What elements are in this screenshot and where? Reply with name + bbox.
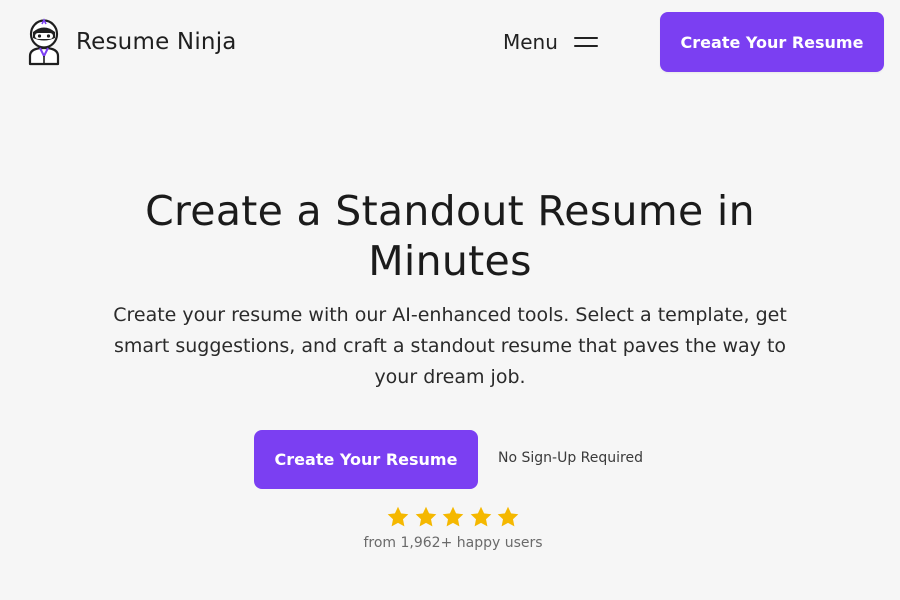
star-rating [386, 505, 520, 529]
brand-name: Resume Ninja [76, 29, 237, 55]
star-icon [442, 506, 464, 527]
menu-label: Menu [503, 30, 558, 54]
no-signup-note: No Sign-Up Required [498, 450, 643, 466]
hero-title: Create a Standout Resume in Minutes [145, 187, 755, 285]
menu-button[interactable]: Menu [503, 28, 598, 56]
hero-subtitle: Create your resume with our AI-enhanced … [113, 304, 787, 388]
hero-create-resume-button[interactable]: Create Your Resume [254, 430, 478, 489]
star-icon [470, 506, 491, 527]
star-icon [387, 506, 409, 527]
brand-home-link[interactable]: Resume Ninja [24, 18, 237, 66]
star-icon [497, 506, 519, 527]
rating-caption: from 1,962+ happy users [363, 535, 543, 551]
header-create-resume-button[interactable]: Create Your Resume [660, 12, 884, 72]
site-header: Resume Ninja Menu Create Your Resume [0, 0, 900, 84]
star-icon [415, 506, 436, 527]
hamburger-icon [573, 35, 598, 49]
ninja-mascot-icon [28, 18, 60, 66]
